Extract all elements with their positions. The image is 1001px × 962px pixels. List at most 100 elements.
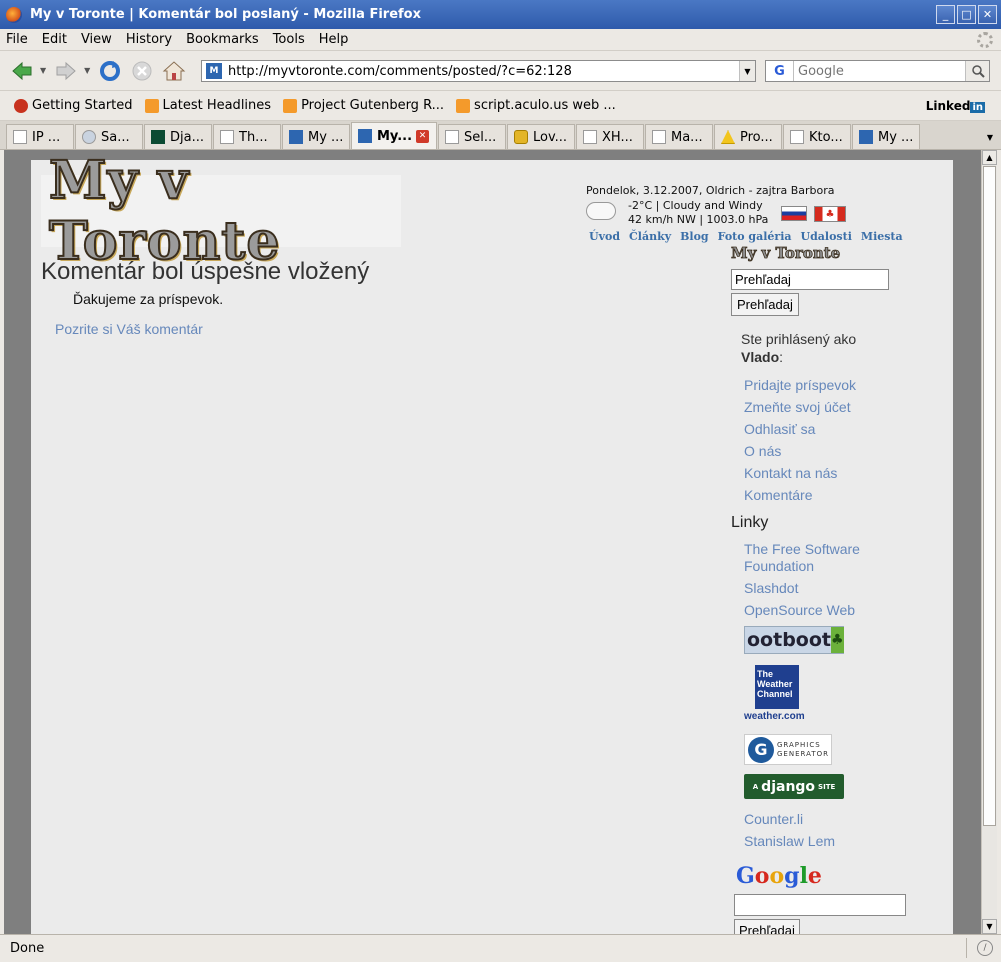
counter-li-link[interactable]: Counter.li xyxy=(744,808,835,830)
site-favicon-icon xyxy=(859,130,873,144)
add-post-link[interactable]: Pridajte príspevok xyxy=(744,374,856,396)
graphics-generator-badge[interactable]: G GRAPHICS GENERATOR xyxy=(744,734,832,765)
comments-link[interactable]: Komentáre xyxy=(744,484,856,506)
security-icon[interactable]: / xyxy=(977,940,993,956)
tab-strip: IP ... Sa... Dja... Th... My ... My... ✕ … xyxy=(0,121,1001,150)
view-comment-link[interactable]: Pozrite si Váš komentár xyxy=(55,321,203,337)
linkedin-bookmark[interactable]: Linked in xyxy=(926,99,985,113)
tab[interactable]: Sa... xyxy=(75,124,143,149)
extra-links: Counter.li Stanislaw Lem xyxy=(744,808,835,852)
minimize-button[interactable]: _ xyxy=(936,5,955,24)
tab[interactable]: My ... xyxy=(282,124,350,149)
menu-view[interactable]: View xyxy=(81,32,112,47)
tab[interactable]: My ... xyxy=(852,124,920,149)
tab[interactable]: Lov... xyxy=(507,124,575,149)
forward-history-dropdown[interactable]: ▼ xyxy=(84,66,90,75)
reload-button[interactable] xyxy=(96,57,124,85)
contact-link[interactable]: Kontakt na nás xyxy=(744,462,856,484)
home-button[interactable] xyxy=(160,57,188,85)
menu-bar: File Edit View History Bookmarks Tools H… xyxy=(0,29,1001,51)
menu-bookmarks[interactable]: Bookmarks xyxy=(186,32,259,47)
link-slashdot[interactable]: Slashdot xyxy=(744,580,884,597)
menu-history[interactable]: History xyxy=(126,32,172,47)
logo-text: My v Toronte xyxy=(48,150,281,273)
tab[interactable]: Ma... xyxy=(645,124,713,149)
slovak-flag-icon[interactable] xyxy=(781,206,807,221)
nav-clanky[interactable]: Články xyxy=(629,230,671,243)
tab[interactable]: IP ... xyxy=(6,124,74,149)
scroll-down-arrow-icon[interactable]: ▼ xyxy=(982,919,997,934)
menu-edit[interactable]: Edit xyxy=(42,32,67,47)
ootboot-badge[interactable]: ootboot ♣ xyxy=(744,626,844,654)
weather-wind-pressure: 42 km/h NW | 1003.0 hPa xyxy=(628,213,769,226)
weather-channel-badge[interactable]: The Weather Channel xyxy=(755,665,799,709)
date-nameday: Pondelok, 3.12.2007, Oldrich - zajtra Ba… xyxy=(586,184,835,197)
page-icon xyxy=(445,130,459,144)
status-divider xyxy=(966,938,967,958)
canadian-flag-icon[interactable]: ♣ xyxy=(814,206,846,222)
tab-list-dropdown[interactable]: ▼ xyxy=(981,127,999,147)
nav-uvod[interactable]: Úvod xyxy=(589,230,620,243)
stanislaw-lem-link[interactable]: Stanislaw Lem xyxy=(744,830,835,852)
search-input[interactable] xyxy=(794,63,954,79)
weather-com-label[interactable]: weather.com xyxy=(744,711,805,722)
url-history-dropdown[interactable]: ▼ xyxy=(739,61,755,81)
link-opensource-web[interactable]: OpenSource Web xyxy=(744,602,884,619)
tab[interactable]: XH... xyxy=(576,124,644,149)
nav-blog[interactable]: Blog xyxy=(680,230,709,243)
close-button[interactable]: ✕ xyxy=(978,5,997,24)
vertical-scrollbar[interactable]: ▲ ▼ xyxy=(981,150,997,934)
search-bar[interactable]: G xyxy=(765,60,990,82)
cloud-icon xyxy=(586,202,616,220)
tab-label: Ma... xyxy=(671,129,703,145)
bookmark-project-gutenberg[interactable]: Project Gutenberg R... xyxy=(283,98,444,113)
linkedin-icon: in xyxy=(970,102,985,113)
page-icon xyxy=(790,130,804,144)
google-search-button[interactable]: Prehľadaj xyxy=(734,919,800,934)
bookmark-getting-started[interactable]: Getting Started xyxy=(14,98,133,113)
logout-link[interactable]: Odhlasiť sa xyxy=(744,418,856,440)
site-search-input[interactable] xyxy=(731,269,889,290)
back-history-dropdown[interactable]: ▼ xyxy=(40,66,46,75)
maximize-button[interactable]: □ xyxy=(957,5,976,24)
tab[interactable]: Pro... xyxy=(714,124,782,149)
search-engine-icon[interactable]: G xyxy=(766,61,794,81)
bookmark-scriptaculous[interactable]: script.aculo.us web ... xyxy=(456,98,616,113)
back-button[interactable] xyxy=(8,57,36,85)
stop-button[interactable] xyxy=(128,57,156,85)
tab-active[interactable]: My... ✕ xyxy=(351,122,437,149)
url-bar[interactable]: M http://myvtoronte.com/comments/posted/… xyxy=(201,60,756,82)
google-search-input[interactable] xyxy=(734,894,906,916)
site-logo[interactable]: My v Toronte xyxy=(41,150,401,273)
imdb-icon xyxy=(514,130,528,144)
username: Vlado xyxy=(741,349,780,365)
change-account-link[interactable]: Zmeňte svoj účet xyxy=(744,396,856,418)
django-site-badge[interactable]: Adjango SITE xyxy=(744,774,844,799)
nav-foto-galeria[interactable]: Foto galéria xyxy=(718,230,792,243)
bookmark-label: Latest Headlines xyxy=(162,98,272,113)
url-text[interactable]: http://myvtoronte.com/comments/posted/?c… xyxy=(228,64,572,79)
about-link[interactable]: O nás xyxy=(744,440,856,462)
tab[interactable]: Sel... xyxy=(438,124,506,149)
menu-help[interactable]: Help xyxy=(319,32,349,47)
forward-button[interactable] xyxy=(52,57,80,85)
tab[interactable]: Th... xyxy=(213,124,281,149)
firefox-bookmark-icon xyxy=(14,98,28,113)
graphics-generator-logo-icon: G xyxy=(748,736,774,763)
user-menu: Pridajte príspevok Zmeňte svoj účet Odhl… xyxy=(744,374,856,506)
scroll-thumb[interactable] xyxy=(983,166,996,826)
nav-udalosti[interactable]: Udalosti xyxy=(801,230,852,243)
link-fsf[interactable]: The Free Software Foundation xyxy=(744,541,884,575)
menu-tools[interactable]: Tools xyxy=(273,32,305,47)
nav-miesta[interactable]: Miesta xyxy=(861,230,903,243)
scroll-up-arrow-icon[interactable]: ▲ xyxy=(982,150,997,165)
bookmark-latest-headlines[interactable]: Latest Headlines xyxy=(144,98,272,113)
search-go-button[interactable] xyxy=(965,61,989,81)
tab[interactable]: Kto... xyxy=(783,124,851,149)
tab-close-icon[interactable]: ✕ xyxy=(416,129,430,143)
site-favicon-icon: M xyxy=(206,63,222,79)
site-search-button[interactable]: Prehľadaj xyxy=(731,293,799,316)
tab[interactable]: Dja... xyxy=(144,124,212,149)
menu-file[interactable]: File xyxy=(6,32,28,47)
page-title: Komentár bol úspešne vložený xyxy=(41,258,370,285)
